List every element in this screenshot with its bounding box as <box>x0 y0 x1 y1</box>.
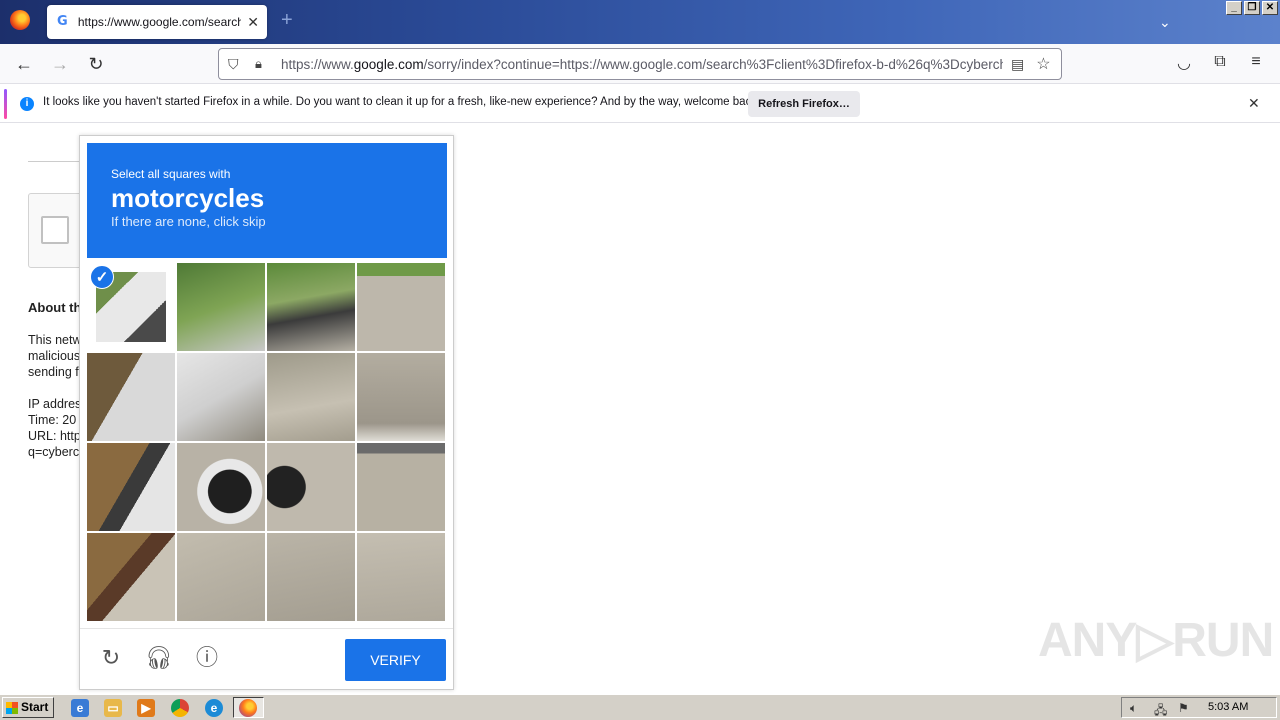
recaptcha-challenge: Select all squares with motorcycles If t… <box>79 135 454 690</box>
firefox-app-icon[interactable] <box>10 10 30 30</box>
network-icon[interactable]: 🖧 <box>1154 701 1167 720</box>
paragraph-line: This netw <box>28 333 82 347</box>
recaptcha-checkbox[interactable] <box>41 216 69 244</box>
about-paragraph: This netw malicious sending f <box>28 332 82 380</box>
challenge-tile[interactable] <box>87 443 175 531</box>
file-explorer-icon[interactable]: ▭ <box>104 699 122 717</box>
challenge-tile[interactable] <box>87 533 175 621</box>
clock[interactable]: 5:03 AM <box>1208 701 1248 713</box>
close-window-button[interactable]: ✕ <box>1262 1 1278 15</box>
notification-bar: i It looks like you haven't started Fire… <box>0 85 1280 123</box>
tab-strip: G https://www.google.com/search?c ✕ + ⌄ … <box>0 0 1280 44</box>
tab-google-sorry[interactable]: G https://www.google.com/search?c ✕ <box>47 5 267 39</box>
bookmark-star-icon[interactable]: ☆ <box>1036 54 1050 74</box>
challenge-tile[interactable] <box>267 533 355 621</box>
challenge-tile[interactable] <box>357 533 445 621</box>
challenge-hint: If there are none, click skip <box>111 214 266 229</box>
challenge-tile[interactable] <box>87 353 175 441</box>
list-all-tabs-chevron-icon[interactable]: ⌄ <box>1159 14 1171 31</box>
start-label: Start <box>21 700 49 714</box>
tab-close-icon[interactable]: ✕ <box>247 14 259 31</box>
info-line: URL: http <box>28 429 81 443</box>
notification-accent <box>4 89 7 119</box>
info-icon: i <box>20 97 34 111</box>
verify-button[interactable]: VERIFY <box>345 639 446 681</box>
paragraph-line: malicious <box>28 349 81 363</box>
minimize-button[interactable]: _ <box>1226 1 1242 15</box>
challenge-tile[interactable] <box>177 533 265 621</box>
taskbar: Start e ▭ ▶ e 🔈︎ 🖧 ⚑ 5:03 AM <box>0 694 1280 720</box>
request-info: IP addres Time: 20 URL: http q=cyberc <box>28 396 81 460</box>
restore-button[interactable]: ❐ <box>1244 1 1260 15</box>
about-heading: About th <box>28 300 82 315</box>
tile-selected-check-icon: ✓ <box>90 265 114 289</box>
challenge-tile[interactable] <box>177 263 265 351</box>
internet-explorer-icon[interactable]: e <box>71 699 89 717</box>
lock-icon[interactable]: 🔒︎ <box>255 56 271 72</box>
system-tray: 🔈︎ 🖧 ⚑ <box>1121 697 1277 718</box>
extensions-icon[interactable]: ⧉ <box>1209 53 1231 71</box>
challenge-tile[interactable] <box>267 353 355 441</box>
challenge-tile[interactable] <box>177 443 265 531</box>
navigation-toolbar: ← → ↻ ⛉ 🔒︎ https://www.google.com/sorry/… <box>0 44 1280 84</box>
forward-arrow-icon[interactable]: → <box>49 53 71 75</box>
url-text[interactable]: https://www.google.com/sorry/index?conti… <box>281 57 1003 72</box>
challenge-instruction: Select all squares with <box>111 167 231 181</box>
info-line: Time: 20 <box>28 413 77 427</box>
challenge-header: Select all squares with motorcycles If t… <box>87 143 447 258</box>
challenge-tile[interactable] <box>177 353 265 441</box>
challenge-object: motorcycles <box>111 183 265 213</box>
google-favicon-icon: G <box>57 14 68 29</box>
challenge-tile[interactable] <box>357 443 445 531</box>
notification-close-icon[interactable]: ✕ <box>1248 95 1260 112</box>
pocket-icon[interactable]: ◡ <box>1173 53 1195 73</box>
paragraph-line: sending f <box>28 365 79 379</box>
reload-icon[interactable]: ↻ <box>85 53 107 75</box>
anyrun-watermark: ANY▷RUN <box>1038 614 1274 667</box>
reload-challenge-icon[interactable]: ↻ <box>96 643 126 673</box>
refresh-firefox-button[interactable]: Refresh Firefox… <box>748 91 860 117</box>
challenge-image-grid: ✓ <box>87 263 447 623</box>
challenge-footer: ↻ 🎧︎ ⓘ VERIFY <box>80 628 453 690</box>
url-bar[interactable]: ⛉ 🔒︎ https://www.google.com/sorry/index?… <box>218 48 1062 80</box>
challenge-tile[interactable] <box>267 263 355 351</box>
new-tab-icon[interactable]: + <box>281 10 293 30</box>
volume-icon[interactable]: 🔈︎ <box>1130 701 1137 716</box>
audio-challenge-headphones-icon[interactable]: 🎧︎ <box>144 643 174 673</box>
windows-logo-icon <box>6 702 18 714</box>
reader-view-icon[interactable]: ▤ <box>1011 56 1024 73</box>
challenge-tile[interactable]: ✓ <box>87 263 175 351</box>
start-button[interactable]: Start <box>2 697 54 718</box>
chrome-icon[interactable] <box>171 699 189 717</box>
challenge-tile[interactable] <box>357 263 445 351</box>
action-center-flag-icon[interactable]: ⚑ <box>1178 701 1189 715</box>
media-player-icon[interactable]: ▶ <box>137 699 155 717</box>
back-arrow-icon[interactable]: ← <box>13 53 35 75</box>
tracking-shield-icon[interactable]: ⛉ <box>228 56 244 73</box>
info-line: IP addres <box>28 397 82 411</box>
info-line: q=cyberc <box>28 445 80 459</box>
edge-icon[interactable]: e <box>205 699 223 717</box>
hamburger-menu-icon[interactable]: ≡ <box>1245 53 1267 71</box>
firefox-taskbar-icon <box>239 699 257 717</box>
tab-title: https://www.google.com/search?c <box>77 15 242 29</box>
challenge-tile[interactable] <box>357 353 445 441</box>
challenge-tile[interactable] <box>267 443 355 531</box>
help-info-icon[interactable]: ⓘ <box>192 643 222 673</box>
window-controls: _ ❐ ✕ <box>1226 1 1278 15</box>
notification-text: It looks like you haven't started Firefo… <box>43 96 761 108</box>
